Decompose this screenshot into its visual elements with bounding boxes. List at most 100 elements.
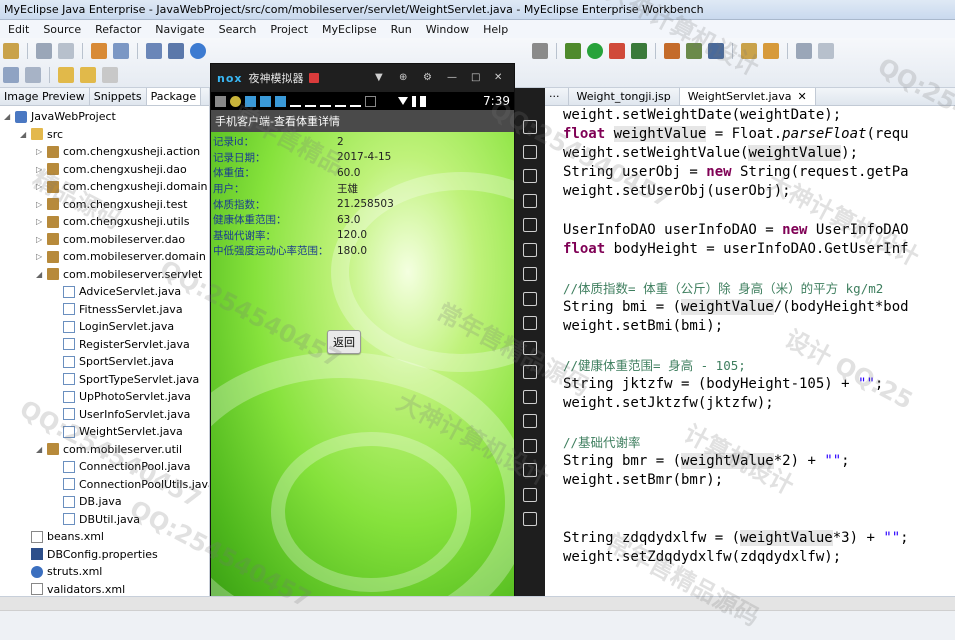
- tree-item[interactable]: DB.java: [0, 493, 209, 511]
- tab-snippets[interactable]: Snippets: [90, 88, 147, 105]
- forward-icon[interactable]: [80, 67, 96, 83]
- save-icon[interactable]: [36, 43, 52, 59]
- globe-icon[interactable]: [190, 43, 206, 59]
- minimize-icon[interactable]: —: [447, 72, 457, 83]
- menu-icon[interactable]: [523, 438, 537, 453]
- tree-item[interactable]: validators.xml: [0, 581, 209, 597]
- new-class-icon[interactable]: [664, 43, 680, 59]
- tree-item[interactable]: ◢ com.mobileserver.servlet: [0, 266, 209, 284]
- shake-icon[interactable]: [523, 365, 537, 379]
- expand-arrow-icon[interactable]: ▷: [36, 147, 44, 156]
- multi-instance-icon[interactable]: [523, 414, 537, 428]
- tab-weightservlet-java[interactable]: WeightServlet.java ✕: [679, 88, 816, 105]
- browser-icon[interactable]: [168, 43, 184, 59]
- maximize-icon[interactable]: □: [471, 72, 480, 83]
- toggle-breadcrumb-icon[interactable]: [3, 67, 19, 83]
- scissors-icon[interactable]: [523, 169, 537, 183]
- external-tools-icon[interactable]: [609, 43, 625, 59]
- tree-item[interactable]: ▷ com.chengxusheji.domain: [0, 178, 209, 196]
- last-edit-icon[interactable]: [102, 67, 118, 83]
- tree-item[interactable]: ◢ JavaWebProject: [0, 108, 209, 126]
- tree-item[interactable]: ▷ com.chengxusheji.test: [0, 196, 209, 214]
- menu-myeclipse[interactable]: MyEclipse: [322, 23, 377, 36]
- tree-item[interactable]: LoginServlet.java: [0, 318, 209, 336]
- menu-run[interactable]: Run: [391, 23, 412, 36]
- back-icon[interactable]: [58, 67, 74, 83]
- tree-item[interactable]: UserInfoServlet.java: [0, 406, 209, 424]
- back-button[interactable]: 返回: [327, 330, 361, 354]
- expand-arrow-icon[interactable]: ▷: [36, 235, 44, 244]
- new-package-icon[interactable]: [686, 43, 702, 59]
- tree-item[interactable]: struts.xml: [0, 563, 209, 581]
- menu-help[interactable]: Help: [483, 23, 508, 36]
- tree-item[interactable]: ◢ com.mobileserver.util: [0, 441, 209, 459]
- tree-item[interactable]: ▷ com.chengxusheji.utils: [0, 213, 209, 231]
- close-icon[interactable]: ✕: [798, 90, 807, 103]
- menu-search[interactable]: Search: [219, 23, 257, 36]
- editor-menu-icon[interactable]: ···: [545, 88, 569, 105]
- tree-item[interactable]: SportTypeServlet.java: [0, 371, 209, 389]
- home-icon[interactable]: [523, 487, 537, 502]
- tab-package-explorer[interactable]: Package: [146, 88, 202, 105]
- expand-arrow-icon[interactable]: ▷: [36, 217, 44, 226]
- tree-item[interactable]: AdviceServlet.java: [0, 283, 209, 301]
- tree-item[interactable]: WeightServlet.java: [0, 423, 209, 441]
- search-icon[interactable]: [741, 43, 757, 59]
- tab-weight-tongji-jsp[interactable]: Weight_tongji.jsp: [569, 88, 680, 105]
- expand-arrow-icon[interactable]: ▷: [36, 182, 44, 191]
- coverage-icon[interactable]: [631, 43, 647, 59]
- tree-item[interactable]: ◢ src: [0, 126, 209, 144]
- expand-arrow-icon[interactable]: ◢: [4, 112, 12, 121]
- console-icon[interactable]: [532, 43, 548, 59]
- expand-arrow-icon[interactable]: ◢: [20, 130, 28, 139]
- location-icon[interactable]: [523, 193, 537, 208]
- expand-arrow-icon[interactable]: ▷: [36, 252, 44, 261]
- keyboard-icon[interactable]: [523, 144, 537, 159]
- run-icon[interactable]: [587, 43, 603, 59]
- menu-window[interactable]: Window: [426, 23, 469, 36]
- expand-arrow-icon[interactable]: ◢: [36, 445, 44, 454]
- java-code-editor[interactable]: weight.setWeightDate(weightDate); float …: [545, 106, 955, 596]
- volume-down-icon[interactable]: [523, 291, 537, 306]
- menu-edit[interactable]: Edit: [8, 23, 29, 36]
- tree-item[interactable]: ConnectionPoolUtils.java: [0, 476, 209, 494]
- close-icon[interactable]: ✕: [494, 72, 502, 83]
- open-type-icon[interactable]: [708, 43, 724, 59]
- tree-item[interactable]: SportServlet.java: [0, 353, 209, 371]
- pin-icon[interactable]: ⊕: [399, 72, 407, 83]
- tree-item[interactable]: ConnectionPool.java: [0, 458, 209, 476]
- new-icon[interactable]: [3, 43, 19, 59]
- next-annotation-icon[interactable]: [818, 43, 834, 59]
- screenshot-icon[interactable]: [523, 120, 537, 134]
- back-arrow-icon[interactable]: [523, 463, 537, 477]
- horizontal-scrollbar[interactable]: [0, 597, 955, 611]
- wizard-icon[interactable]: [146, 43, 162, 59]
- tree-item[interactable]: ▷ com.mobileserver.dao: [0, 231, 209, 249]
- menu-project[interactable]: Project: [270, 23, 308, 36]
- recent-apps-icon[interactable]: [523, 512, 537, 526]
- tab-image-preview[interactable]: Image Preview: [0, 88, 90, 105]
- tree-item[interactable]: beans.xml: [0, 528, 209, 546]
- tree-item[interactable]: DBUtil.java: [0, 511, 209, 529]
- expand-arrow-icon[interactable]: ▷: [36, 165, 44, 174]
- menu-refactor[interactable]: Refactor: [95, 23, 141, 36]
- pin-icon[interactable]: [796, 43, 812, 59]
- fullscreen-icon[interactable]: [523, 242, 537, 257]
- mark-occurrences-icon[interactable]: [25, 67, 41, 83]
- tree-item[interactable]: FitnessServlet.java: [0, 301, 209, 319]
- java-perspective-icon[interactable]: [763, 43, 779, 59]
- toolbox-icon[interactable]: [523, 389, 537, 404]
- tree-item[interactable]: UpPhotoServlet.java: [0, 388, 209, 406]
- expand-arrow-icon[interactable]: ▷: [36, 200, 44, 209]
- debug-icon[interactable]: [565, 43, 581, 59]
- menu-navigate[interactable]: Navigate: [155, 23, 204, 36]
- gear-icon[interactable]: ⚙: [423, 72, 432, 83]
- tree-item[interactable]: ▷ com.chengxusheji.dao: [0, 161, 209, 179]
- tree-item[interactable]: RegisterServlet.java: [0, 336, 209, 354]
- expand-arrow-icon[interactable]: ◢: [36, 270, 44, 279]
- chevron-down-icon[interactable]: ▼: [375, 72, 383, 83]
- print-icon[interactable]: [58, 43, 74, 59]
- tree-item[interactable]: ▷ com.mobileserver.domain: [0, 248, 209, 266]
- menu-source[interactable]: Source: [43, 23, 81, 36]
- apk-icon[interactable]: [523, 316, 537, 330]
